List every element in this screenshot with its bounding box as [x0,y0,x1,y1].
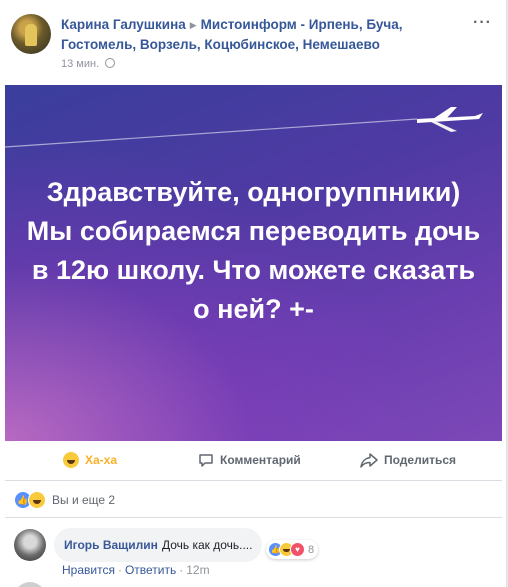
comment-reactions[interactable]: 👍 ♥ 8 [266,540,319,559]
haha-button[interactable]: Ха-ха [63,452,117,468]
post-actions: Ха-ха Комментарий Поделиться [5,449,502,473]
dot-separator: · [179,563,184,577]
haha-icon [28,491,46,509]
share-button[interactable]: Поделиться [360,452,456,468]
comment-text: Дочь как дочь.... [161,538,253,552]
post-header: Карина Галушкина ▶ Мистоинформ - Ирпень, Б… [61,15,461,54]
haha-icon [63,452,79,468]
author-avatar[interactable] [11,14,51,54]
comment-reaction-count: 8 [308,543,315,556]
reactions-label: Вы и еще 2 [52,493,116,507]
commenter-name[interactable]: Игорь Ващилин [64,538,158,552]
more-options-icon[interactable]: ··· [473,14,492,32]
commenter-avatar[interactable] [14,529,46,561]
comment-button[interactable]: Комментарий [198,452,301,468]
comment-like-link[interactable]: Нравится [62,563,115,577]
love-icon: ♥ [290,542,305,557]
comment-label: Комментарий [220,453,301,467]
divider [5,480,502,481]
author-name[interactable]: Карина Галушкина [61,17,186,32]
post-time[interactable]: 13 мин. [61,58,99,70]
triangle-right-icon: ▶ [189,20,197,30]
post-meta: 13 мин. [61,58,116,70]
banner-text: Здравствуйте, одногруппники) Мы собираем… [26,177,481,324]
comment-reply-link[interactable]: Ответить [125,563,176,577]
comment-actions: Нравится · Ответить · 12m [62,563,210,577]
post-card: Карина Галушкина ▶ Мистоинформ - Ирпень, Б… [0,0,507,587]
dot-separator: · [117,563,122,577]
next-commenter-avatar[interactable] [14,582,46,587]
share-label: Поделиться [384,453,457,467]
comment-icon [199,454,213,467]
comment-time[interactable]: 12m [186,563,209,577]
globe-icon [105,58,116,68]
comment-bubble: Игорь Ващилин Дочь как дочь.... [54,528,263,562]
divider [5,517,502,518]
reactions-summary[interactable]: 👍 Вы и еще 2 [14,491,115,509]
share-icon [360,453,378,468]
haha-label: Ха-ха [85,453,118,467]
post-banner: Здравствуйте, одногруппники) Мы собираем… [5,85,502,441]
